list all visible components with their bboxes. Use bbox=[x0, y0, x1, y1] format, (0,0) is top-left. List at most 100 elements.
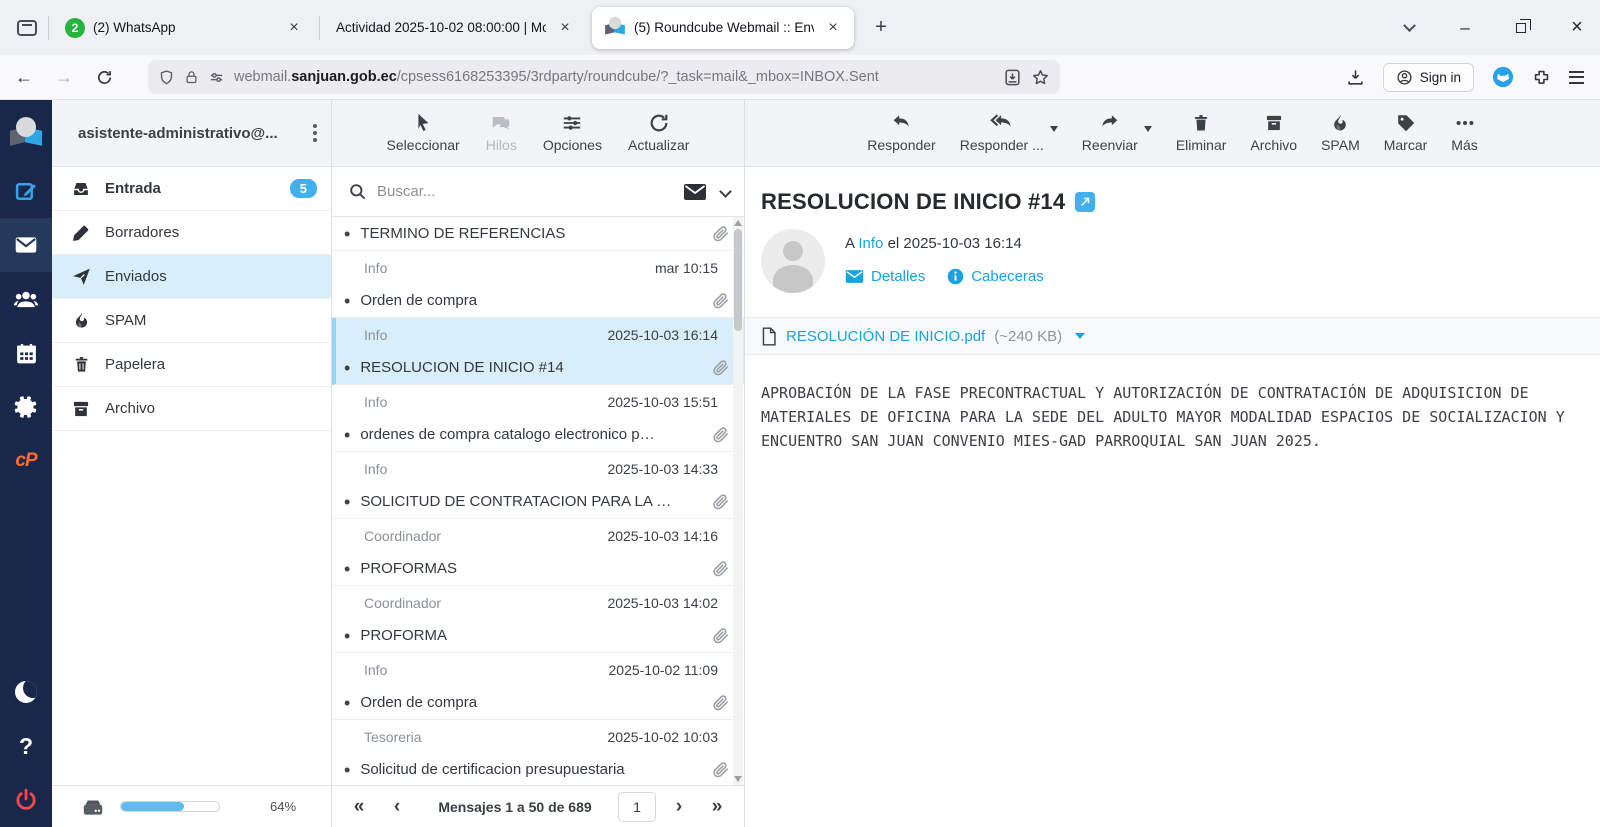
message-list-item[interactable]: • TERMINO DE REFERENCIAS bbox=[332, 217, 744, 251]
close-window-button[interactable]: × bbox=[1562, 16, 1592, 39]
select-button[interactable]: Seleccionar bbox=[387, 112, 460, 153]
tab-actividad[interactable]: Actividad 2025-10-02 08:00:00 | Mo × bbox=[324, 8, 586, 48]
message-list-item[interactable]: Info 2025-10-03 16:14 • RESOLUCION DE IN… bbox=[332, 318, 744, 385]
account-menu-kebab-icon[interactable] bbox=[307, 118, 323, 148]
folder-item[interactable]: Enviados bbox=[52, 255, 331, 299]
reply-button[interactable]: Responder bbox=[867, 112, 936, 153]
cpanel-button[interactable]: cP bbox=[0, 434, 52, 488]
message-date: 2025-10-03 14:02 bbox=[607, 595, 718, 611]
save-page-icon[interactable] bbox=[1003, 68, 1022, 87]
roundcube-logo[interactable] bbox=[0, 100, 52, 164]
tab-close-icon[interactable]: × bbox=[283, 17, 305, 39]
minimize-button[interactable]: – bbox=[1450, 18, 1480, 38]
headers-toggle[interactable]: Cabeceras bbox=[947, 268, 1044, 285]
folder-item[interactable]: SPAM bbox=[52, 299, 331, 343]
page-number-input[interactable]: 1 bbox=[618, 792, 656, 822]
refresh-button[interactable]: Actualizar bbox=[628, 112, 689, 153]
threads-label: Hilos bbox=[486, 137, 517, 153]
forward-button[interactable]: → bbox=[48, 61, 80, 93]
message-sender: Info bbox=[364, 662, 609, 678]
permissions-icon[interactable] bbox=[208, 69, 225, 86]
menu-hamburger-icon[interactable] bbox=[1569, 71, 1584, 84]
folder-item[interactable]: Papelera bbox=[52, 343, 331, 387]
message-list-column: Seleccionar Hilos Opciones Actualizar Bu… bbox=[332, 100, 745, 827]
tab-whatsapp[interactable]: 2 (2) WhatsApp × bbox=[53, 8, 315, 48]
message-list-item[interactable]: Info 2025-10-03 14:33 • SOLICITUD DE CON… bbox=[332, 452, 744, 519]
lock-icon[interactable] bbox=[184, 69, 199, 86]
back-button[interactable]: ← bbox=[8, 61, 40, 93]
calendar-nav-button[interactable] bbox=[0, 326, 52, 380]
firefox-view-icon[interactable] bbox=[10, 11, 44, 45]
message-list-item[interactable]: Info 2025-10-02 11:09 • Orden de compra bbox=[332, 653, 744, 720]
tab-close-icon[interactable]: × bbox=[554, 17, 576, 39]
list-scrollbar[interactable] bbox=[733, 217, 743, 785]
mail-nav-button[interactable] bbox=[0, 218, 52, 272]
select-label: Seleccionar bbox=[387, 137, 460, 153]
attachment-bar[interactable]: RESOLUCIÓN DE INICIO.pdf (~240 KB) bbox=[745, 317, 1600, 355]
folder-label: Papelera bbox=[105, 356, 317, 373]
downloads-icon[interactable] bbox=[1346, 68, 1365, 87]
compose-button[interactable] bbox=[0, 164, 52, 218]
url-text[interactable]: webmail.sanjuan.gob.ec/cpsess6168253395/… bbox=[234, 69, 994, 85]
more-button[interactable]: Más bbox=[1451, 112, 1477, 153]
extensions-puzzle-icon[interactable] bbox=[1532, 68, 1551, 87]
new-tab-button[interactable]: + bbox=[866, 13, 896, 43]
spam-button[interactable]: SPAM bbox=[1321, 112, 1360, 153]
settings-nav-button[interactable] bbox=[0, 380, 52, 434]
message-list-item[interactable]: Coordinador 2025-10-03 14:16 • PROFORMAS bbox=[332, 519, 744, 586]
extension-fox-icon[interactable] bbox=[1492, 66, 1514, 88]
tab-separator bbox=[319, 16, 320, 40]
shield-icon[interactable] bbox=[158, 69, 175, 86]
folder-item[interactable]: Archivo bbox=[52, 387, 331, 431]
tab-roundcube-active[interactable]: (5) Roundcube Webmail :: Envia × bbox=[592, 7, 854, 49]
sign-in-button[interactable]: Sign in bbox=[1383, 63, 1474, 92]
folder-item[interactable]: Borradores bbox=[52, 211, 331, 255]
message-list-item[interactable]: Coordinador 2025-10-03 14:02 • PROFORMA bbox=[332, 586, 744, 653]
list-all-tabs-icon[interactable] bbox=[1394, 18, 1424, 38]
folder-item[interactable]: Entrada 5 bbox=[52, 167, 331, 211]
message-list-item[interactable]: Info mar 10:15 • Orden de compra bbox=[332, 251, 744, 318]
attachment-name[interactable]: RESOLUCIÓN DE INICIO.pdf bbox=[786, 328, 985, 345]
first-page-button[interactable]: « bbox=[344, 796, 374, 818]
search-bar[interactable]: Buscar... bbox=[332, 167, 744, 217]
options-sliders-icon bbox=[561, 112, 583, 134]
forward-menu-caret-icon[interactable] bbox=[1144, 126, 1152, 132]
forward-button-mail[interactable]: Reenviar bbox=[1082, 112, 1138, 153]
tab-close-icon[interactable]: × bbox=[822, 17, 844, 39]
bookmark-star-icon[interactable] bbox=[1031, 68, 1050, 87]
search-placeholder[interactable]: Buscar... bbox=[377, 183, 673, 200]
message-date: 2025-10-03 16:14 bbox=[607, 327, 718, 343]
reply-all-menu-caret-icon[interactable] bbox=[1050, 126, 1058, 132]
dark-mode-moon-icon[interactable] bbox=[0, 665, 52, 719]
last-page-button[interactable]: » bbox=[702, 796, 732, 818]
account-email[interactable]: asistente-administrativo@... bbox=[78, 125, 307, 142]
refresh-icon bbox=[648, 112, 670, 134]
logout-power-icon[interactable] bbox=[0, 773, 52, 827]
search-scope-envelope-icon[interactable] bbox=[683, 183, 707, 201]
prev-page-button[interactable]: ‹ bbox=[382, 796, 412, 818]
delete-button[interactable]: Eliminar bbox=[1176, 112, 1227, 153]
options-button[interactable]: Opciones bbox=[543, 112, 602, 153]
url-bar[interactable]: webmail.sanjuan.gob.ec/cpsess6168253395/… bbox=[148, 60, 1060, 94]
restore-button[interactable] bbox=[1506, 18, 1536, 38]
search-options-chevron-icon[interactable] bbox=[719, 185, 732, 198]
message-subject: RESOLUCION DE INICIO #14 bbox=[761, 189, 1065, 215]
next-page-button[interactable]: › bbox=[664, 796, 694, 818]
threads-button[interactable]: Hilos bbox=[486, 112, 517, 153]
archive-button[interactable]: Archivo bbox=[1250, 112, 1297, 153]
message-status-dot: • bbox=[344, 225, 350, 243]
message-list-item[interactable]: Tesoreria 2025-10-02 10:03 • Solicitud d… bbox=[332, 720, 744, 785]
message-subject-text: Solicitud de certificacion presupuestari… bbox=[360, 761, 701, 778]
help-icon[interactable]: ? bbox=[0, 719, 52, 773]
message-list-item[interactable]: Info 2025-10-03 15:51 • ordenes de compr… bbox=[332, 385, 744, 452]
paperclip-icon bbox=[711, 358, 730, 377]
details-toggle[interactable]: Detalles bbox=[845, 268, 925, 285]
contacts-nav-button[interactable] bbox=[0, 272, 52, 326]
reply-all-button[interactable]: Responder ... bbox=[960, 112, 1044, 153]
reload-button[interactable] bbox=[88, 61, 120, 93]
mark-button[interactable]: Marcar bbox=[1384, 112, 1428, 153]
reply-all-label: Responder ... bbox=[960, 137, 1044, 153]
recipient-link[interactable]: Info bbox=[858, 235, 883, 252]
open-in-new-window-icon[interactable] bbox=[1075, 192, 1095, 212]
attachment-menu-caret-icon[interactable] bbox=[1075, 333, 1085, 339]
